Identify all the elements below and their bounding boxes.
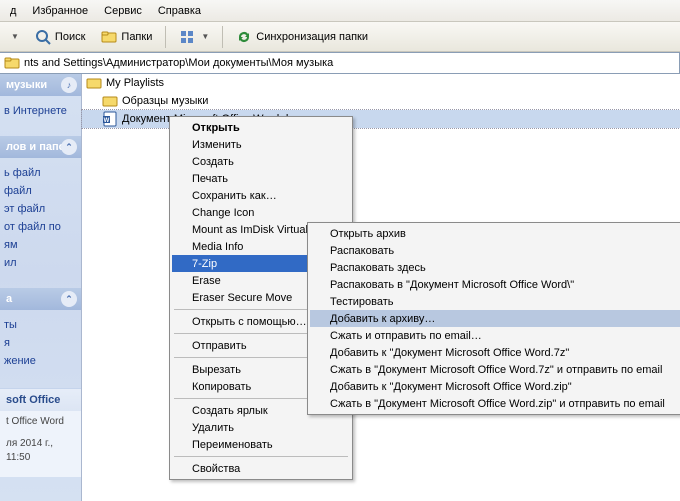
menu-item-favorites[interactable]: Избранное [24,3,96,19]
toolbar-views[interactable]: ▼ [172,25,216,49]
toolbar-separator [165,26,166,48]
tree-label: My Playlists [106,77,164,89]
folders-icon [101,29,117,45]
menubar: д Избранное Сервис Справка [0,0,680,22]
ctx-rename[interactable]: Переименовать [172,436,350,453]
sidebar-files-header[interactable]: лов и папок ⌃ [0,136,81,158]
tree-item-samples[interactable]: Образцы музыки [82,92,680,110]
sidebar-places-header[interactable]: а ⌃ [0,288,81,310]
sidebar-details: soft Office t Office Word ля 2014 г., 11… [0,388,81,477]
word-file-icon: W [102,111,118,127]
music-header-icon: ♪ [61,77,77,93]
toolbar-search-label: Поиск [55,31,85,43]
sidebar-file-task-0[interactable]: ь файл [4,164,77,182]
sidebar: музыки ♪ в Интернете лов и папок ⌃ ь фай… [0,74,82,501]
sidebar-file-task-4[interactable]: ям [4,236,77,254]
sub-test[interactable]: Тестировать [310,293,680,310]
folder-playlists-icon [86,75,102,91]
toolbar: ▼ Поиск Папки ▼ Синхронизация папки [0,22,680,52]
main-area: музыки ♪ в Интернете лов и папок ⌃ ь фай… [0,74,680,501]
toolbar-sync[interactable]: Синхронизация папки [229,25,375,49]
sub-compress-7z-email[interactable]: Сжать в "Документ Microsoft Office Word.… [310,361,680,378]
sidebar-file-task-5[interactable]: ил [4,254,77,272]
sidebar-file-task-2[interactable]: эт файл [4,200,77,218]
sidebar-details-header: soft Office [0,389,81,411]
search-icon [35,29,51,45]
ctx-open[interactable]: Открыть [172,119,350,136]
ctx-separator [174,456,348,457]
ctx-saveas[interactable]: Сохранить как… [172,187,350,204]
sync-icon [236,29,252,45]
sub-extract-here[interactable]: Распаковать здесь [310,259,680,276]
menu-item-help[interactable]: Справка [150,3,209,19]
toolbar-search[interactable]: Поиск [28,25,92,49]
sidebar-place-0[interactable]: ты [4,316,77,334]
sidebar-place-2[interactable]: жение [4,352,77,370]
sidebar-music-link[interactable]: в Интернете [4,102,77,120]
sub-compress-zip-email[interactable]: Сжать в "Документ Microsoft Office Word.… [310,395,680,412]
sidebar-music-header[interactable]: музыки ♪ [0,74,81,96]
chevron-up-icon: ⌃ [61,291,77,307]
sub-add-7z[interactable]: Добавить к "Документ Microsoft Office Wo… [310,344,680,361]
tree-label: Образцы музыки [122,95,208,107]
ctx-changeicon[interactable]: Change Icon [172,204,350,221]
toolbar-folders-label: Папки [121,31,152,43]
folder-icon [4,55,20,71]
sub-compress-email[interactable]: Сжать и отправить по email… [310,327,680,344]
tree-item-playlists[interactable]: My Playlists [82,74,680,92]
menu-item-tools[interactable]: Сервис [96,3,150,19]
toolbar-sync-label: Синхронизация папки [256,31,368,43]
ctx-edit[interactable]: Изменить [172,136,350,153]
sidebar-place-1[interactable]: я [4,334,77,352]
details-filename: t Office Word [0,411,81,433]
views-icon [179,29,195,45]
sub-add-to-archive[interactable]: Добавить к архиву… [310,310,680,327]
toolbar-back-dropdown[interactable]: ▼ [2,25,26,49]
menu-item-d[interactable]: д [2,3,24,19]
submenu-7zip: Открыть архив Распаковать Распаковать зд… [307,222,680,415]
toolbar-separator-2 [222,26,223,48]
ctx-properties[interactable]: Свойства [172,460,350,477]
address-bar[interactable]: nts and Settings\Администратор\Мои докум… [0,52,680,74]
sidebar-file-task-3[interactable]: от файл по [4,218,77,236]
sub-open-archive[interactable]: Открыть архив [310,225,680,242]
sidebar-file-task-1[interactable]: файл [4,182,77,200]
ctx-delete[interactable]: Удалить [172,419,350,436]
folder-samples-icon [102,93,118,109]
details-date: ля 2014 г., 11:50 [0,433,81,469]
sub-extract-to[interactable]: Распаковать в "Документ Microsoft Office… [310,276,680,293]
svg-text:W: W [104,118,110,124]
ctx-create[interactable]: Создать [172,153,350,170]
toolbar-folders[interactable]: Папки [94,25,159,49]
sub-extract[interactable]: Распаковать [310,242,680,259]
ctx-print[interactable]: Печать [172,170,350,187]
address-path: nts and Settings\Администратор\Мои докум… [24,57,333,69]
chevron-up-icon: ⌃ [61,139,77,155]
file-list: My Playlists Образцы музыки W Документ M… [82,74,680,501]
sub-add-zip[interactable]: Добавить к "Документ Microsoft Office Wo… [310,378,680,395]
